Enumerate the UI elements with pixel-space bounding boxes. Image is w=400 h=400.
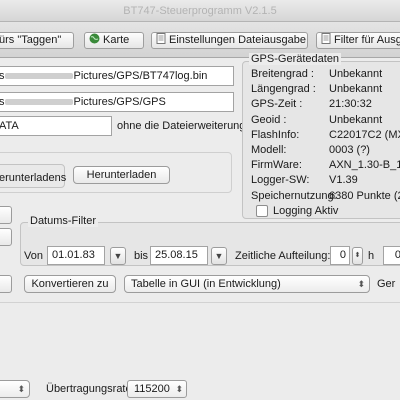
gps-info-value: C22017C2 (MX,8 bbox=[329, 128, 400, 141]
filter-document-icon bbox=[321, 33, 331, 48]
time-split-minutes-field[interactable]: 0 bbox=[383, 246, 400, 265]
download-button[interactable]: Herunterladen bbox=[73, 166, 170, 184]
bin-file-path-value: Pictures/GPS/BT747log.bin bbox=[73, 70, 208, 82]
download-partial-label: erunterladens bbox=[0, 172, 67, 184]
convert-button-label: Konvertieren zu bbox=[31, 278, 109, 290]
map-button[interactable]: Karte bbox=[84, 32, 144, 49]
output-filter-button-label: Filter für Ausgab bbox=[334, 34, 400, 46]
logging-active-checkbox[interactable] bbox=[256, 205, 268, 217]
port-select[interactable]: ⬍ bbox=[0, 380, 30, 398]
settings-output-button[interactable]: Einstellungen Dateiausgabe bbox=[151, 32, 308, 49]
map-button-label: Karte bbox=[103, 34, 130, 46]
output-path-field[interactable]: s Pictures/GPS/GPS bbox=[0, 92, 234, 112]
bin-file-path-prefix: s bbox=[0, 70, 5, 82]
download-button-label: Herunterladen bbox=[86, 169, 157, 181]
time-split-unit-label: h bbox=[368, 250, 375, 262]
gps-info-label: Logger-SW: bbox=[251, 174, 310, 187]
output-format-value: Tabelle in GUI (in Entwicklung) bbox=[131, 278, 281, 290]
settings-output-button-label: Einstellungen Dateiausgabe bbox=[169, 34, 306, 46]
time-split-hours-field[interactable]: 0 bbox=[330, 246, 350, 265]
baud-rate-select[interactable]: 115200 ⬍ bbox=[127, 380, 187, 398]
window-title: BT747-Steuerprogramm V2.1.5 bbox=[123, 5, 277, 17]
select-arrows-icon: ⬍ bbox=[17, 384, 25, 394]
gps-info-label: Längengrad : bbox=[251, 83, 316, 96]
divider bbox=[0, 302, 400, 303]
date-to-field[interactable]: 25.08.15 bbox=[150, 246, 208, 265]
time-split-label: Zeitliche Aufteilung: bbox=[235, 250, 331, 262]
date-to-dropdown-button[interactable]: ▼ bbox=[211, 247, 227, 265]
gps-info-label: Geoid : bbox=[251, 113, 287, 126]
tagging-button-label: ürs "Taggen" bbox=[0, 34, 62, 46]
date-from-value: 01.01.83 bbox=[52, 249, 95, 261]
select-arrows-icon: ⬍ bbox=[175, 384, 183, 394]
gps-info-value: Unbekannt bbox=[329, 68, 383, 80]
time-split-hours-value: 0 bbox=[339, 249, 346, 261]
device-trailing-label: Ger bbox=[377, 278, 396, 290]
gps-info-value: Unbekannt bbox=[329, 83, 383, 96]
bin-file-path-field[interactable]: s Pictures/GPS/BT747log.bin bbox=[0, 66, 234, 86]
stub-button-3[interactable] bbox=[0, 275, 12, 293]
output-basename-value: ATA bbox=[0, 120, 19, 132]
stub-button-2[interactable] bbox=[0, 228, 12, 246]
date-from-field[interactable]: 01.01.83 bbox=[47, 246, 105, 265]
baud-rate-label: Übertragungsrate: bbox=[46, 383, 135, 395]
output-format-select[interactable]: Tabelle in GUI (in Entwicklung) ⬍ bbox=[124, 275, 370, 293]
output-basename-field[interactable]: ATA bbox=[0, 116, 112, 136]
date-to-label: bis bbox=[134, 250, 149, 262]
window-title-bar: BT747-Steuerprogramm V2.1.5 bbox=[0, 0, 400, 22]
chevron-down-icon: ▼ bbox=[214, 251, 224, 261]
gps-info-value: V1.39 bbox=[329, 174, 358, 187]
gps-info-label: Speichernutzung: bbox=[251, 189, 337, 202]
gps-info-value: 21:30:32 bbox=[329, 98, 372, 111]
time-split-minutes-value: 0 bbox=[395, 249, 400, 261]
date-filter-title: Datums-Filter bbox=[28, 215, 99, 227]
gps-info-label: GPS-Zeit : bbox=[251, 98, 303, 111]
globe-icon bbox=[89, 33, 100, 48]
stepper-arrows-icon: ⬍ bbox=[354, 252, 361, 259]
gps-info-value: 0003 (?) bbox=[329, 144, 370, 156]
gps-info-value: AXN_1.30-B_1.3 bbox=[329, 159, 400, 172]
gps-device-info-title: GPS-Gerätedaten bbox=[249, 53, 342, 65]
gps-info-label: FirmWare: bbox=[251, 159, 302, 172]
gps-info-value: Unbekannt bbox=[329, 113, 383, 126]
date-from-label: Von bbox=[24, 250, 43, 262]
convert-button[interactable]: Konvertieren zu bbox=[24, 275, 116, 293]
gps-info-label: Modell: bbox=[251, 144, 287, 156]
date-from-dropdown-button[interactable]: ▼ bbox=[110, 247, 126, 265]
document-icon bbox=[156, 33, 166, 48]
gps-info-label: FlashInfo: bbox=[251, 128, 300, 141]
select-arrows-icon: ⬍ bbox=[357, 279, 365, 289]
output-path-value: Pictures/GPS/GPS bbox=[73, 96, 166, 108]
stub-button-1[interactable] bbox=[0, 206, 12, 224]
baud-rate-value: 115200 bbox=[134, 383, 170, 395]
date-to-value: 25.08.15 bbox=[155, 249, 198, 261]
tagging-button[interactable]: ürs "Taggen" bbox=[0, 32, 74, 49]
redacted-path-segment bbox=[4, 73, 73, 80]
gps-info-label: Breitengrad : bbox=[251, 68, 314, 80]
gps-info-value: 6380 Punkte (2% bbox=[329, 189, 400, 202]
time-split-hours-stepper[interactable]: ⬍ bbox=[352, 247, 363, 265]
output-filter-button[interactable]: Filter für Ausgab bbox=[316, 32, 400, 49]
output-path-prefix: s bbox=[0, 96, 5, 108]
basename-hint: ohne die Dateierweiterung bbox=[117, 120, 246, 132]
redacted-path-segment bbox=[4, 99, 73, 106]
chevron-down-icon: ▼ bbox=[113, 251, 123, 261]
logging-active-label: Logging Aktiv bbox=[273, 205, 339, 217]
